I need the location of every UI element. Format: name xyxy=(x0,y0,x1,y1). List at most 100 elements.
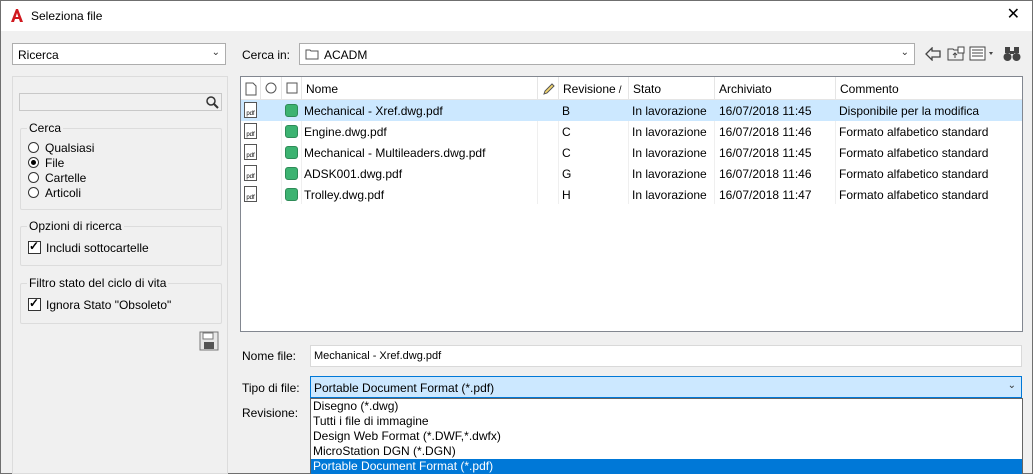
filename-value: Mechanical - Xref.dwg.pdf xyxy=(314,350,442,362)
table-row[interactable]: pdf Engine.dwg.pdf C In lavorazione 16/0… xyxy=(241,121,1022,142)
filetype-option[interactable]: Tutti i file di immagine xyxy=(311,414,1022,429)
file-list[interactable]: Nome Revisione / Stato Archiviato Comment… xyxy=(240,76,1023,332)
mode-select[interactable]: Ricerca ⌄ xyxy=(12,43,226,65)
table-row[interactable]: pdf Mechanical - Xref.dwg.pdf B In lavor… xyxy=(241,100,1022,121)
radio-any[interactable] xyxy=(28,142,39,153)
pdf-file-icon: pdf xyxy=(244,186,257,202)
close-button[interactable]: ✕ xyxy=(1007,6,1020,24)
row-name: Engine.dwg.pdf xyxy=(304,125,387,139)
revision-label: Revisione: xyxy=(242,406,299,420)
search-options-label: Opzioni di ricerca xyxy=(27,219,124,233)
row-revision: C xyxy=(562,146,571,160)
folder-icon xyxy=(305,49,319,60)
look-in-value: ACADM xyxy=(324,48,368,62)
lifecycle-circle-icon xyxy=(265,82,277,94)
row-archived: 16/07/2018 11:47 xyxy=(719,188,812,202)
row-comment: Formato alfabetico standard xyxy=(839,188,989,202)
row-status: In lavorazione xyxy=(632,167,707,181)
include-subfolders-checkbox[interactable] xyxy=(28,239,41,254)
col-lifecycle-header[interactable] xyxy=(261,77,282,100)
lifecycle-status-icon xyxy=(285,104,298,117)
pdf-file-icon: pdf xyxy=(244,102,257,118)
row-archived: 16/07/2018 11:45 xyxy=(719,104,812,118)
col-revision-label: Revisione xyxy=(563,82,616,96)
row-name: Mechanical - Multileaders.dwg.pdf xyxy=(304,146,486,160)
pdf-file-icon: pdf xyxy=(244,165,257,181)
row-revision: G xyxy=(562,167,572,181)
up-folder-icon[interactable] xyxy=(947,46,965,61)
row-comment: Formato alfabetico standard xyxy=(839,167,989,181)
include-subfolders-label: Includi sottocartelle xyxy=(46,241,149,255)
filetype-select[interactable]: Portable Document Format (*.pdf) ⌄ xyxy=(310,376,1022,398)
table-row[interactable]: pdf Trolley.dwg.pdf H In lavorazione 16/… xyxy=(241,184,1022,205)
lifecycle-status-icon xyxy=(285,125,298,138)
filetype-option[interactable]: Disegno (*.dwg) xyxy=(311,399,1022,414)
lifecycle-status-icon xyxy=(285,167,298,180)
ignore-obsolete-label: Ignora Stato "Obsoleto" xyxy=(46,298,172,312)
col-status-header[interactable] xyxy=(282,77,302,100)
table-row[interactable]: pdf Mechanical - Multileaders.dwg.pdf C … xyxy=(241,142,1022,163)
save-icon[interactable] xyxy=(199,331,219,351)
lifecycle-filter-label: Filtro stato del ciclo di vita xyxy=(27,276,169,290)
radio-folders-label: Cartelle xyxy=(45,171,87,185)
row-revision: H xyxy=(562,188,571,202)
window-title: Seleziona file xyxy=(31,9,103,23)
row-archived: 16/07/2018 11:46 xyxy=(719,125,812,139)
row-status: In lavorazione xyxy=(632,104,707,118)
filetype-option[interactable]: MicroStation DGN (*.DGN) xyxy=(311,444,1022,459)
filetype-value: Portable Document Format (*.pdf) xyxy=(314,381,495,395)
table-row[interactable]: pdf ADSK001.dwg.pdf G In lavorazione 16/… xyxy=(241,163,1022,184)
row-comment: Formato alfabetico standard xyxy=(839,146,989,160)
radio-folders[interactable] xyxy=(28,172,39,183)
look-in-label: Cerca in: xyxy=(242,48,291,62)
col-edit-header[interactable] xyxy=(538,77,559,100)
search-icon[interactable] xyxy=(205,95,219,109)
col-archived-header[interactable]: Archiviato xyxy=(715,77,836,100)
col-status-text-header[interactable]: Stato xyxy=(629,77,715,100)
col-comment-header[interactable]: Commento xyxy=(836,77,1022,100)
radio-items[interactable] xyxy=(28,187,39,198)
pdf-file-icon: pdf xyxy=(244,123,257,139)
lifecycle-status-icon xyxy=(285,146,298,159)
row-comment: Formato alfabetico standard xyxy=(839,125,989,139)
views-icon[interactable] xyxy=(969,46,995,61)
filetype-label: Tipo di file: xyxy=(242,381,300,395)
col-type-header[interactable] xyxy=(241,77,261,100)
file-type-icon xyxy=(245,82,257,96)
row-name: Trolley.dwg.pdf xyxy=(304,188,385,202)
radio-items-label: Articoli xyxy=(45,186,82,200)
status-square-icon xyxy=(286,82,298,94)
row-name: ADSK001.dwg.pdf xyxy=(304,167,403,181)
pdf-file-icon: pdf xyxy=(244,144,257,160)
filetype-option[interactable]: Design Web Format (*.DWF,*.dwfx) xyxy=(311,429,1022,444)
radio-file-label: File xyxy=(45,156,65,170)
filename-input[interactable]: Mechanical - Xref.dwg.pdf xyxy=(310,345,1022,367)
row-revision: B xyxy=(562,104,571,118)
filetype-option-selected[interactable]: Portable Document Format (*.pdf) xyxy=(311,459,1022,474)
dialog-window: Seleziona file ✕ Ricerca ⌄ Cerca Qualsia… xyxy=(0,0,1033,474)
col-name-header[interactable]: Nome xyxy=(302,77,538,100)
chevron-down-icon: ⌄ xyxy=(1007,380,1016,391)
col-revision-header[interactable]: Revisione / xyxy=(559,77,629,100)
row-revision: C xyxy=(562,125,571,139)
mode-select-value: Ricerca xyxy=(18,48,59,62)
ignore-obsolete-checkbox[interactable] xyxy=(28,296,41,311)
back-arrow-icon[interactable] xyxy=(925,47,941,61)
search-type-label: Cerca xyxy=(27,121,64,135)
row-status: In lavorazione xyxy=(632,125,707,139)
lifecycle-status-icon xyxy=(285,188,298,201)
row-archived: 16/07/2018 11:46 xyxy=(719,167,812,181)
row-status: In lavorazione xyxy=(632,188,707,202)
radio-file[interactable] xyxy=(28,157,39,168)
binoculars-icon[interactable] xyxy=(1003,45,1021,62)
title-bar: Seleziona file ✕ xyxy=(1,1,1032,31)
look-in-select[interactable]: ACADM ⌄ xyxy=(299,43,915,65)
autocad-logo-icon xyxy=(11,9,23,22)
sort-icon: / xyxy=(618,85,622,96)
search-input[interactable] xyxy=(19,93,222,111)
filename-label: Nome file: xyxy=(242,349,297,363)
row-status: In lavorazione xyxy=(632,146,707,160)
filetype-dropdown-list[interactable]: Disegno (*.dwg) Tutti i file di immagine… xyxy=(310,398,1023,474)
chevron-down-icon: ⌄ xyxy=(900,47,909,58)
row-archived: 16/07/2018 11:45 xyxy=(719,146,812,160)
